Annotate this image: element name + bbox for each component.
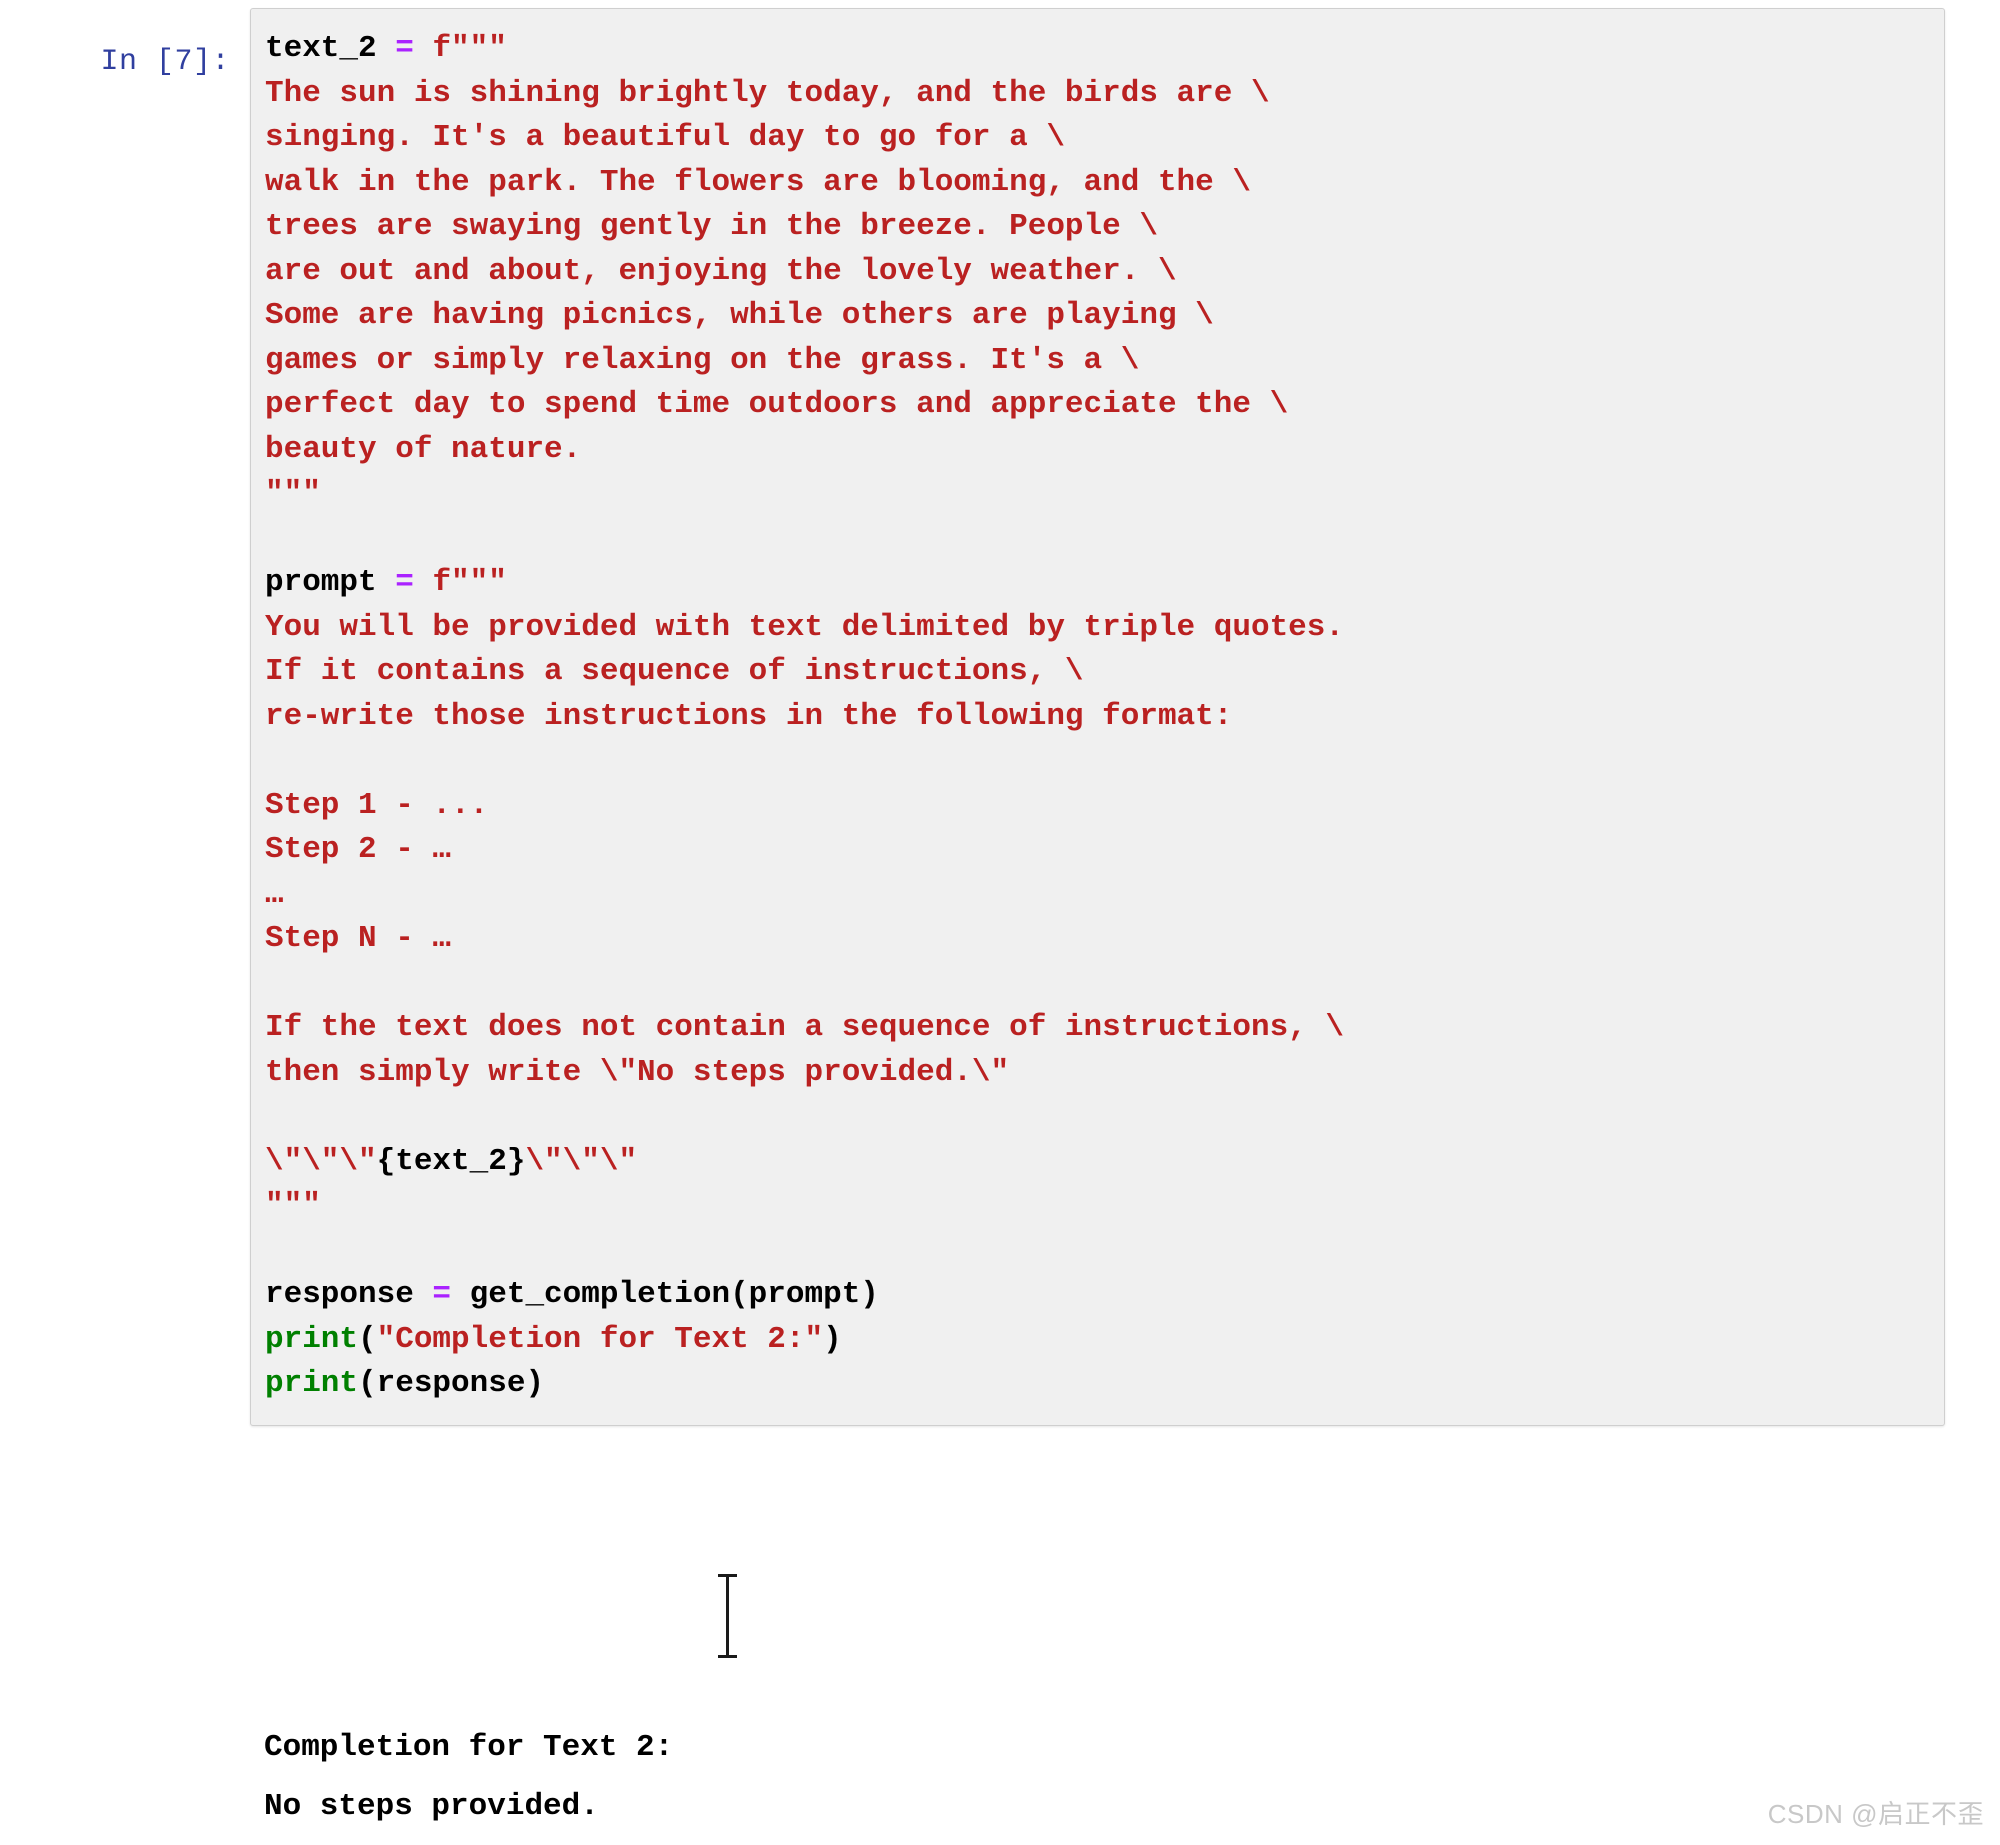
input-prompt-label[interactable]: In [7]: — [0, 8, 250, 90]
cell-output-area: Completion for Text 2: No steps provided… — [250, 1718, 1945, 1836]
code-line-step-1: Step 1 - ... — [265, 787, 489, 823]
code-token-assign-2: = — [376, 565, 433, 600]
code-line-text2-7: games or simply relaxing on the grass. I… — [265, 342, 1140, 378]
code-token-assign-3: = — [413, 1277, 470, 1312]
code-token-paren-close-1: ) — [823, 1321, 842, 1357]
text-cursor-stem — [726, 1574, 729, 1658]
code-token-fstring-close-1: """ — [265, 476, 321, 511]
code-token-escaped-quotes-open: \"\"\" — [265, 1143, 377, 1179]
code-token-assign-1: = — [376, 31, 433, 66]
csdn-watermark: CSDN @启正不歪 — [1767, 1799, 1984, 1829]
code-line-text2-6: Some are having picnics, while others ar… — [265, 298, 1214, 333]
code-line-prompt-1: You will be provided with text delimited… — [265, 609, 1344, 645]
code-line-text2-1: The sun is shining brightly today, and t… — [265, 75, 1270, 111]
output-line-2: No steps provided. — [264, 1789, 599, 1824]
code-line-step-n: Step N - … — [265, 921, 452, 956]
text-cursor-top-serif — [718, 1574, 737, 1577]
text-cursor-icon — [718, 1574, 737, 1658]
code-token-get-completion-call: get_completion(prompt) — [469, 1277, 879, 1312]
code-token-paren-open-1: ( — [358, 1321, 377, 1357]
code-line-step-ellipsis: … — [265, 876, 284, 912]
code-line-text2-3: walk in the park. The flowers are bloomi… — [265, 164, 1251, 200]
code-token-print-builtin-1: print — [265, 1321, 359, 1357]
jupyter-notebook-cell-container: In [7]: text_2 = f""" The sun is shining… — [0, 0, 2000, 1845]
code-token-fstring-open-2: f""" — [432, 565, 507, 600]
code-line-text2-2: singing. It's a beautiful day to go for … — [265, 120, 1065, 155]
code-token-text2-var: text_2 — [265, 31, 377, 66]
code-line-step-2: Step 2 - … — [265, 832, 452, 867]
code-line-text2-4: trees are swaying gently in the breeze. … — [265, 209, 1158, 244]
code-line-prompt-2: If it contains a sequence of instruction… — [265, 654, 1084, 689]
output-line-1: Completion for Text 2: — [264, 1730, 674, 1765]
code-token-print-builtin-2: print — [265, 1366, 359, 1401]
code-line-text2-9: beauty of nature. — [265, 431, 582, 467]
code-line-text2-5: are out and about, enjoying the lovely w… — [265, 253, 1177, 289]
code-cell-row: In [7]: text_2 = f""" The sun is shining… — [0, 8, 2000, 1426]
output-stdout: Completion for Text 2: No steps provided… — [264, 1718, 1945, 1836]
code-line-fallback-1: If the text does not contain a sequence … — [265, 1010, 1344, 1045]
output-row: Completion for Text 2: No steps provided… — [0, 1718, 2000, 1836]
code-editor-area[interactable]: text_2 = f""" The sun is shining brightl… — [250, 8, 1945, 1426]
code-token-prompt-var: prompt — [265, 565, 377, 600]
code-source[interactable]: text_2 = f""" The sun is shining brightl… — [265, 27, 1944, 1407]
code-token-fstring-open-1: f""" — [432, 31, 507, 66]
code-token-fstring-close-2: """ — [265, 1188, 321, 1223]
code-line-text2-8: perfect day to spend time outdoors and a… — [265, 387, 1289, 422]
code-token-escaped-quotes-close: \"\"\" — [525, 1143, 638, 1179]
code-line-prompt-3: re-write those instructions in the follo… — [265, 698, 1233, 734]
code-token-print-string-1: "Completion for Text 2:" — [376, 1321, 824, 1357]
code-token-interpolation-text2: {text_2} — [376, 1143, 526, 1179]
text-cursor-bottom-serif — [718, 1655, 737, 1658]
code-token-response-var: response — [265, 1277, 414, 1312]
code-token-print-response-args: (response) — [358, 1366, 545, 1401]
code-line-fallback-2: then simply write \"No steps provided.\" — [265, 1054, 1010, 1090]
